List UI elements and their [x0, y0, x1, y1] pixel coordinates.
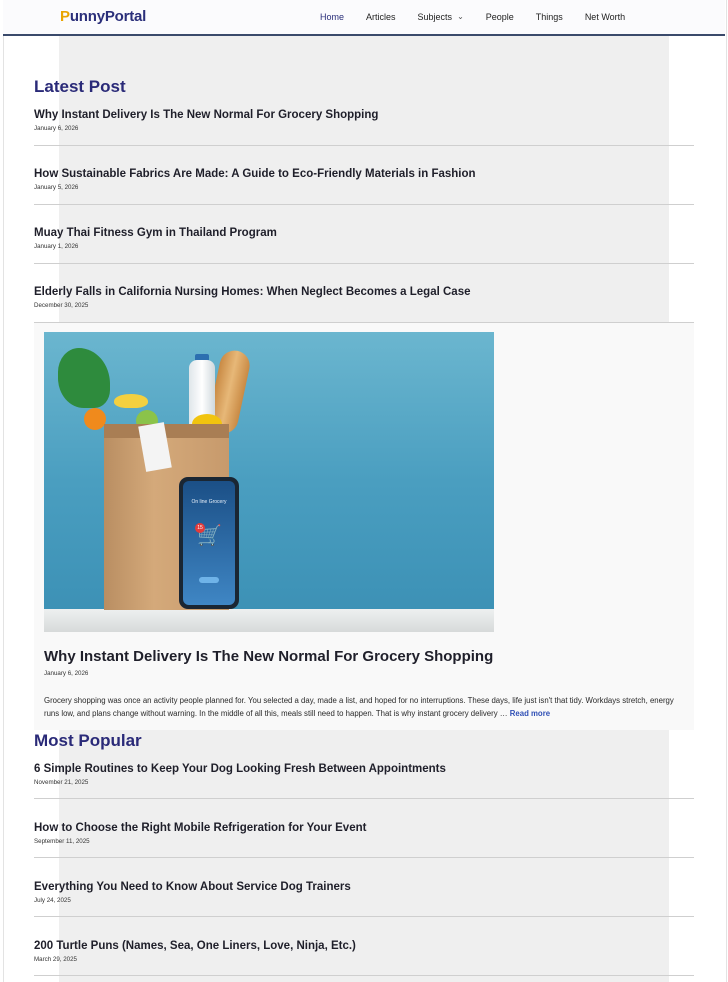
post-date: January 1, 2026 — [34, 243, 79, 250]
post-title-link[interactable]: How to Choose the Right Mobile Refrigera… — [34, 821, 694, 835]
post-date: January 5, 2026 — [34, 184, 79, 191]
featured-title-link[interactable]: Why Instant Delivery Is The New Normal F… — [44, 648, 493, 665]
post-date: November 21, 2025 — [34, 779, 89, 786]
latest-post-item[interactable]: Why Instant Delivery Is The New Normal F… — [34, 108, 694, 146]
phone: On line Grocery 🛒 15 — [179, 477, 239, 609]
screen-text: On line Grocery — [191, 499, 227, 505]
post-date: January 6, 2026 — [34, 125, 79, 132]
nav-net-worth[interactable]: Net Worth — [585, 12, 625, 22]
post-date: September 11, 2025 — [34, 838, 90, 845]
read-more-link[interactable]: Read more — [510, 709, 550, 718]
latest-post-item[interactable]: How Sustainable Fabrics Are Made: A Guid… — [34, 167, 694, 205]
popular-section-title: Most Popular — [34, 731, 142, 750]
post-title-link[interactable]: Everything You Need to Know About Servic… — [34, 880, 694, 894]
nav-articles[interactable]: Articles — [366, 12, 396, 22]
featured-date: January 6, 2026 — [44, 670, 89, 677]
nav-subjects-label: Subjects — [417, 12, 453, 22]
nav-subjects[interactable]: Subjects ⌄ — [417, 11, 464, 23]
popular-post-item[interactable]: 6 Simple Routines to Keep Your Dog Looki… — [34, 762, 694, 799]
nav-people[interactable]: People — [486, 12, 514, 22]
latest-post-item[interactable]: Elderly Falls in California Nursing Home… — [34, 285, 694, 323]
nav-things[interactable]: Things — [536, 12, 563, 22]
nav-things-label: Things — [535, 12, 563, 22]
popular-post-item[interactable]: 200 Turtle Puns (Names, Sea, One Liners,… — [34, 939, 694, 976]
nav-articles-label: Articles — [366, 12, 396, 22]
latest-section-title: Latest Post — [34, 77, 126, 96]
greens — [58, 348, 110, 408]
screen-button — [199, 577, 219, 583]
post-title-link[interactable]: How Sustainable Fabrics Are Made: A Guid… — [34, 167, 694, 181]
featured-excerpt: Grocery shopping was once an activity pe… — [44, 695, 684, 720]
latest-post-item[interactable]: Muay Thai Fitness Gym in Thailand Progra… — [34, 226, 694, 264]
main-nav: Home Articles Subjects ⌄ People Things Ne… — [309, 0, 636, 34]
site-header: PunnyPortal Home Articles Subjects ⌄ Peop… — [3, 0, 725, 36]
orange — [84, 408, 106, 430]
nav-home[interactable]: Home — [320, 12, 344, 22]
featured-image[interactable]: On line Grocery 🛒 15 — [44, 332, 494, 632]
banana — [114, 394, 148, 408]
phone-screen: On line Grocery 🛒 15 — [183, 481, 235, 605]
bag-fold — [104, 424, 229, 438]
post-date: March 29, 2025 — [34, 956, 77, 963]
chevron-down-icon: ⌄ — [457, 11, 464, 21]
post-date: July 24, 2025 — [34, 897, 71, 904]
popular-post-item[interactable]: Everything You Need to Know About Servic… — [34, 880, 694, 917]
cart-badge: 15 — [195, 523, 205, 533]
site-logo[interactable]: PunnyPortal — [60, 8, 146, 25]
excerpt-text: Grocery shopping was once an activity pe… — [44, 696, 674, 718]
post-title-link[interactable]: Why Instant Delivery Is The New Normal F… — [34, 108, 694, 122]
post-title-link[interactable]: 200 Turtle Puns (Names, Sea, One Liners,… — [34, 939, 694, 953]
nav-home-label: Home — [320, 12, 345, 22]
popular-post-item[interactable]: How to Choose the Right Mobile Refrigera… — [34, 821, 694, 858]
featured-post: On line Grocery 🛒 15 Why Instant Deliver… — [34, 323, 694, 730]
post-title-link[interactable]: 6 Simple Routines to Keep Your Dog Looki… — [34, 762, 694, 776]
shelf — [44, 609, 494, 632]
post-title-link[interactable]: Muay Thai Fitness Gym in Thailand Progra… — [34, 226, 694, 240]
post-date: December 30, 2025 — [34, 302, 89, 309]
logo-text: unnyPortal — [69, 8, 147, 25]
post-title-link[interactable]: Elderly Falls in California Nursing Home… — [34, 285, 694, 299]
nav-net-worth-label: Net Worth — [584, 12, 626, 22]
nav-people-label: People — [485, 12, 514, 22]
